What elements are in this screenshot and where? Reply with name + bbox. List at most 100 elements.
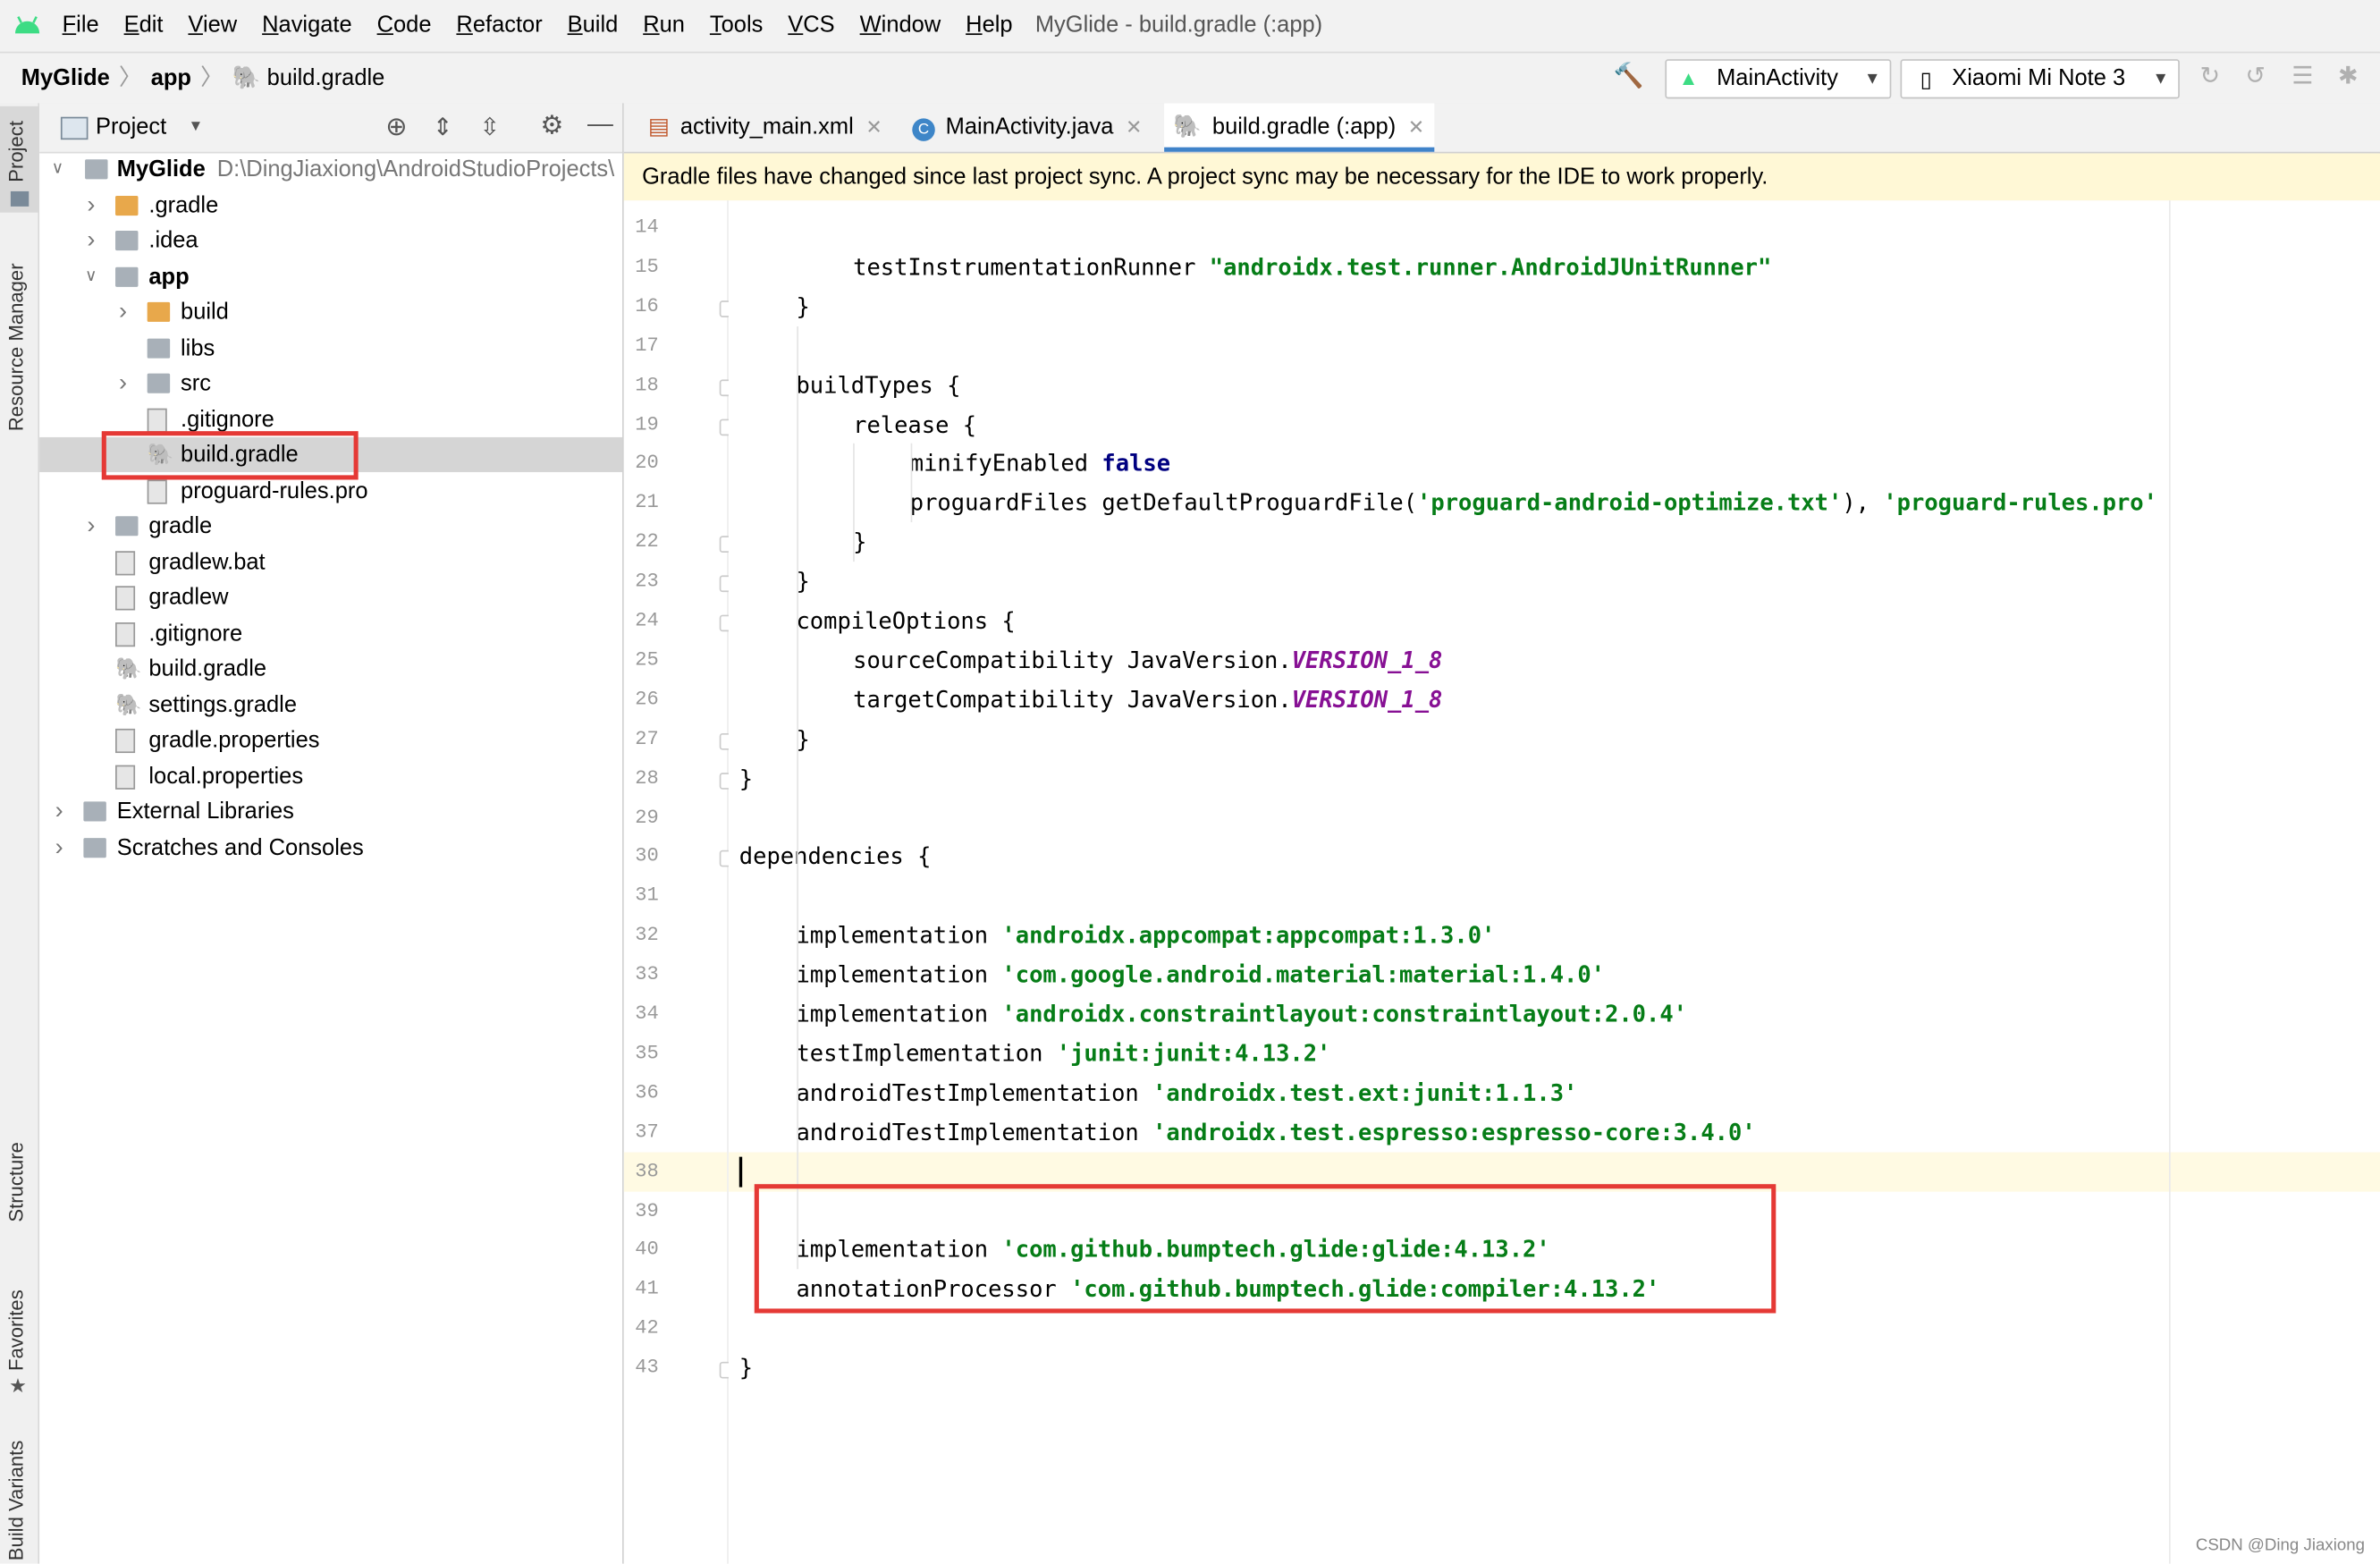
run-configuration-dropdown[interactable]: ▲ MainActivity ▼ <box>1665 59 1892 99</box>
menu-help[interactable]: Help <box>966 0 1012 52</box>
close-icon[interactable]: ✕ <box>1408 115 1425 138</box>
apply-code-changes-icon[interactable]: ↺ <box>2241 63 2271 93</box>
code-token: compileOptions { <box>796 607 1016 635</box>
code-line: } <box>739 1348 753 1388</box>
chevron-right-icon[interactable]: › <box>50 830 68 865</box>
chevron-down-icon[interactable]: ▼ <box>189 103 204 151</box>
bug-icon[interactable]: ✱ <box>2333 63 2363 93</box>
line-number: 35 <box>635 1041 659 1064</box>
collapse-all-icon[interactable]: ⇳ <box>479 113 500 143</box>
code-line: implementation 'androidx.constraintlayou… <box>796 994 1687 1034</box>
editor-tab[interactable]: C MainActivity.java ✕ <box>903 103 1152 151</box>
indent-guide <box>909 444 912 523</box>
breadcrumb-file[interactable]: build.gradle <box>267 65 385 91</box>
chevron-right-icon[interactable]: › <box>82 188 100 223</box>
android-logo-icon <box>14 16 40 34</box>
tree-item[interactable]: › .gradle <box>39 188 622 223</box>
code-line: buildTypes { <box>796 365 960 404</box>
code-editor[interactable]: testInstrumentationRunner "androidx.test… <box>728 200 2380 1564</box>
tree-item[interactable]: 🐘 settings.gradle <box>39 687 622 722</box>
chevron-down-icon[interactable]: ∨ <box>82 258 100 293</box>
strip-tab-resource-manager[interactable]: Resource Manager <box>0 240 38 468</box>
folder-icon <box>10 190 30 207</box>
menu-edit[interactable]: Edit <box>124 0 164 52</box>
apply-changes-icon[interactable]: ↻ <box>2195 63 2225 93</box>
menu-vcs[interactable]: VCS <box>788 0 834 52</box>
gradle-icon: 🐘 <box>115 655 142 681</box>
menu-code[interactable]: Code <box>377 0 432 52</box>
chevron-right-icon[interactable]: › <box>50 794 68 829</box>
breadcrumb-separator-icon: 〉 <box>119 65 142 91</box>
code-token: sourceCompatibility JavaVersion. <box>853 647 1292 674</box>
editor-tab[interactable]: ▤ activity_main.xml ✕ <box>639 103 891 151</box>
menu-build[interactable]: Build <box>568 0 619 52</box>
properties-file-icon <box>115 764 136 789</box>
editor-tab[interactable]: 🐘 build.gradle (:app) ✕ <box>1164 103 1434 152</box>
menu-tools[interactable]: Tools <box>710 0 763 52</box>
device-label: Xiaomi Mi Note 3 <box>1952 65 2126 91</box>
line-number: 24 <box>635 608 659 632</box>
chevron-right-icon[interactable]: › <box>114 294 131 329</box>
menu-view[interactable]: View <box>188 0 237 52</box>
tree-item[interactable]: › Scratches and Consoles <box>39 830 622 865</box>
strip-tab-build-variants[interactable]: Build Variants <box>0 1439 38 1563</box>
menu-file[interactable]: File <box>63 0 99 52</box>
line-number: 42 <box>635 1316 659 1340</box>
menu-window[interactable]: Window <box>860 0 941 52</box>
code-token: implementation <box>796 960 1002 989</box>
strip-tab-structure[interactable]: Structure <box>0 1128 38 1264</box>
tree-item-label: .gradle <box>148 191 219 218</box>
breadcrumb-module[interactable]: app <box>151 65 191 91</box>
tree-root-item[interactable]: ∨ MyGlide D:\DingJiaxiong\AndroidStudioP… <box>39 152 622 187</box>
code-token: } <box>738 764 754 792</box>
tree-item[interactable]: proguard-rules.pro <box>39 473 622 508</box>
tree-item[interactable]: local.properties <box>39 758 622 793</box>
locate-icon[interactable]: ⊕ <box>385 113 407 143</box>
tree-item[interactable]: .gitignore <box>39 615 622 650</box>
tree-item[interactable]: libs <box>39 330 622 365</box>
editor-tabs: ▤ activity_main.xml ✕ C MainActivity.java ✕ 🐘 b… <box>623 103 2380 154</box>
tree-item[interactable]: gradlew <box>39 580 622 615</box>
line-number: 41 <box>635 1277 659 1300</box>
chevron-right-icon[interactable]: › <box>114 366 131 401</box>
strip-tab-project[interactable]: Project <box>0 106 38 213</box>
minimize-icon[interactable]: — <box>587 109 613 139</box>
watermark: CSDN @Ding Jiaxiong <box>2195 1536 2366 1555</box>
tree-item[interactable]: gradle.properties <box>39 723 622 757</box>
tree-item[interactable]: › External Libraries <box>39 794 622 829</box>
strip-tab-favorites[interactable]: Favorites ★ <box>0 1280 38 1416</box>
line-number: 37 <box>635 1120 659 1143</box>
tree-item[interactable]: ∨ app <box>39 258 622 293</box>
tree-item[interactable]: gradlew.bat <box>39 545 622 579</box>
code-token: } <box>738 1354 754 1382</box>
menu-run[interactable]: Run <box>643 0 685 52</box>
editor-tab-label: MainActivity.java <box>945 114 1114 140</box>
tree-item[interactable]: › .idea <box>39 224 622 258</box>
tree-item[interactable]: › gradle <box>39 509 622 544</box>
menu-navigate[interactable]: Navigate <box>262 0 352 52</box>
list-icon[interactable]: ☰ <box>2287 63 2317 93</box>
line-number: 15 <box>635 255 659 278</box>
tree-item[interactable]: › build <box>39 294 622 329</box>
folder-icon <box>147 373 171 393</box>
chevron-right-icon[interactable]: › <box>82 509 100 544</box>
gear-icon[interactable]: ⚙ <box>540 111 563 141</box>
close-icon[interactable]: ✕ <box>1126 115 1143 138</box>
project-folder-icon <box>85 159 108 180</box>
close-icon[interactable]: ✕ <box>865 115 882 138</box>
line-number: 39 <box>635 1198 659 1222</box>
chevron-right-icon[interactable]: › <box>82 224 100 258</box>
breadcrumb-project[interactable]: MyGlide <box>21 65 110 91</box>
project-view-title[interactable]: Project <box>96 103 166 151</box>
tree-item[interactable]: › src <box>39 366 622 401</box>
hammer-build-icon[interactable]: 🔨 <box>1614 63 1644 93</box>
code-token: false <box>1101 450 1171 478</box>
code-token: testInstrumentationRunner <box>853 253 1210 281</box>
tree-root-path: D:\DingJiaxiong\AndroidStudioProjects\ <box>216 156 615 182</box>
device-dropdown[interactable]: ▯ Xiaomi Mi Note 3 ▼ <box>1900 59 2180 99</box>
tree-item[interactable]: 🐘 build.gradle <box>39 431 623 480</box>
expand-all-icon[interactable]: ⇕ <box>433 113 453 143</box>
tree-item[interactable]: 🐘 build.gradle <box>39 651 622 686</box>
code-token: testImplementation <box>796 1039 1057 1068</box>
menu-refactor[interactable]: Refactor <box>456 0 542 52</box>
